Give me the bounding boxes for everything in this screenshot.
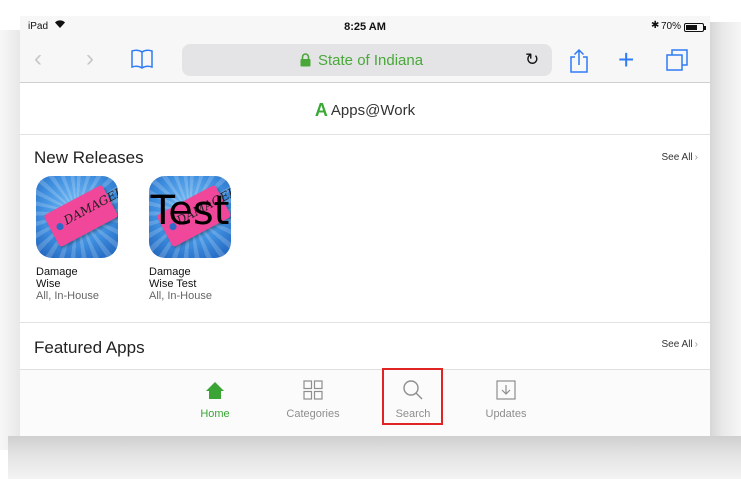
- tab-categories[interactable]: Categories: [278, 370, 348, 436]
- app-header: A Apps@Work: [20, 83, 710, 135]
- status-bar: iPad 8:25 AM ✱ 70%: [20, 16, 710, 38]
- chevron-right-icon: ›: [694, 339, 698, 350]
- battery-icon: [684, 23, 706, 32]
- app-brand: A Apps@Work: [20, 99, 710, 120]
- brand-name: Apps@Work: [330, 102, 416, 119]
- bookmarks-icon[interactable]: [130, 48, 154, 72]
- app-name: Damage Wise: [36, 266, 126, 290]
- window-shadow-right: [710, 22, 741, 462]
- share-icon[interactable]: [569, 48, 589, 73]
- ipad-screen: iPad 8:25 AM ✱ 70% ‹ › State of Indiana: [20, 16, 710, 436]
- new-releases-see-all[interactable]: See All ›: [662, 152, 698, 163]
- home-icon: [203, 378, 227, 402]
- see-all-label: See All: [661, 152, 693, 163]
- plus-icon[interactable]: +: [618, 44, 634, 75]
- tab-home[interactable]: Home: [180, 370, 250, 436]
- app-tile-damage-wise[interactable]: DAMAGED Damage Wise All, In-House: [36, 176, 126, 302]
- app-meta: All, In-House: [149, 290, 212, 302]
- window-shadow-bottom: [8, 436, 741, 479]
- updates-icon: [494, 378, 518, 402]
- see-all-label: See All: [661, 339, 693, 350]
- app-name: Damage Wise Test: [149, 266, 239, 290]
- address-bar[interactable]: State of Indiana ↻: [182, 44, 552, 76]
- app-icon-damage-wise-test[interactable]: DAMAGED Test: [149, 176, 231, 258]
- tab-label: Home: [200, 408, 230, 420]
- featured-apps-see-all[interactable]: See All ›: [662, 339, 698, 350]
- reload-icon[interactable]: ↻: [525, 50, 539, 70]
- app-name-line1: Damage: [149, 266, 191, 278]
- browser-toolbar: ‹ › State of Indiana ↻ +: [20, 38, 710, 83]
- test-overlay-text: Test: [150, 188, 230, 234]
- app-tile-damage-wise-test[interactable]: DAMAGED Test Damage Wise Test All, In-Ho…: [149, 176, 239, 302]
- app-name-line1: Damage: [36, 266, 78, 278]
- featured-apps-title: Featured Apps: [34, 338, 145, 357]
- app-icon-damage-wise[interactable]: DAMAGED: [36, 176, 118, 258]
- apps-at-work-logo: A: [314, 100, 328, 120]
- tab-bar: Home Categories Search Updates: [20, 369, 710, 436]
- app-meta: All, In-House: [36, 290, 99, 302]
- address-text: State of Indiana: [318, 52, 424, 69]
- forward-icon[interactable]: ›: [86, 45, 94, 72]
- battery-percent: 70%: [661, 21, 682, 32]
- chevron-right-icon: ›: [694, 152, 698, 163]
- app-name-line2: Wise: [36, 278, 61, 290]
- tabs-icon[interactable]: [665, 48, 689, 72]
- tab-label: Categories: [286, 408, 340, 420]
- new-releases-title: New Releases: [34, 148, 144, 167]
- lock-icon: [300, 53, 311, 72]
- bluetooth-icon: ✱: [651, 20, 660, 31]
- tab-label: Updates: [485, 408, 527, 420]
- back-icon[interactable]: ‹: [34, 45, 42, 72]
- tab-updates[interactable]: Updates: [471, 370, 541, 436]
- window-shadow-left: [0, 30, 20, 450]
- status-time: 8:25 AM: [344, 21, 386, 33]
- section-divider: [20, 322, 710, 323]
- app-name-line2: Wise Test: [149, 278, 197, 290]
- search-tab-highlight-box: [382, 368, 443, 425]
- categories-icon: [301, 378, 325, 402]
